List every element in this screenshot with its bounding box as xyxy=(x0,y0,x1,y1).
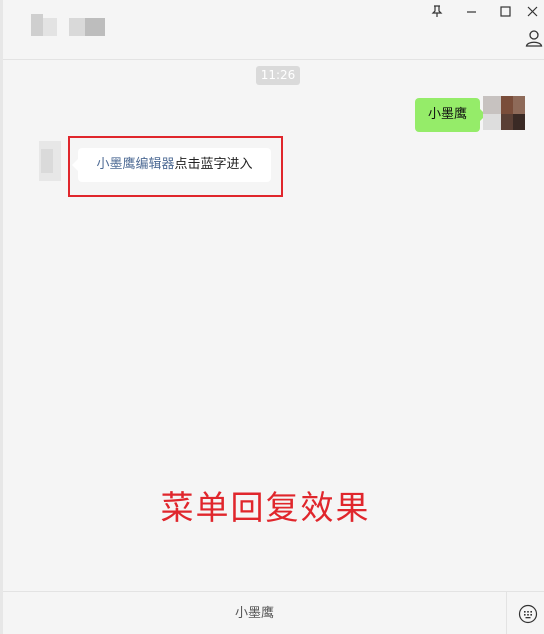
message-link[interactable]: 小墨鹰编辑器 xyxy=(96,157,174,172)
maximize-icon xyxy=(499,5,511,17)
person-icon xyxy=(525,30,543,47)
minimize-button[interactable] xyxy=(454,0,488,22)
switch-to-keyboard-button[interactable] xyxy=(515,602,541,626)
blurred-chat-title xyxy=(31,14,43,36)
minimize-icon xyxy=(466,10,476,13)
chat-header xyxy=(3,0,544,60)
annotation-caption: 菜单回复效果 xyxy=(160,488,371,527)
outgoing-message-bubble[interactable]: 小墨鹰 xyxy=(415,98,486,132)
blurred-chat-title xyxy=(69,18,85,36)
maximize-button[interactable] xyxy=(488,0,522,22)
blurred-chat-title xyxy=(85,18,105,36)
contact-avatar[interactable] xyxy=(33,141,67,181)
pin-icon xyxy=(431,4,443,17)
chat-info-button[interactable] xyxy=(523,26,544,50)
menu-divider xyxy=(506,592,507,634)
blurred-chat-title xyxy=(43,18,57,36)
keyboard-icon xyxy=(518,604,538,624)
menu-item-xiaomoying[interactable]: 小墨鹰 xyxy=(3,592,506,634)
message-timestamp: 11:26 xyxy=(256,66,300,85)
bottom-menu-bar: 小墨鹰 xyxy=(3,591,544,634)
chat-message-area[interactable]: 11:26 小墨鹰 小墨鹰编辑器点击蓝字进入 菜单回复效果 xyxy=(3,61,544,591)
close-icon xyxy=(527,6,538,16)
incoming-message-bubble: 小墨鹰编辑器点击蓝字进入 xyxy=(72,148,271,182)
my-avatar[interactable] xyxy=(483,96,527,132)
pin-button[interactable] xyxy=(420,0,454,22)
close-button[interactable] xyxy=(518,0,544,22)
message-text: 点击蓝字进入 xyxy=(174,157,253,172)
